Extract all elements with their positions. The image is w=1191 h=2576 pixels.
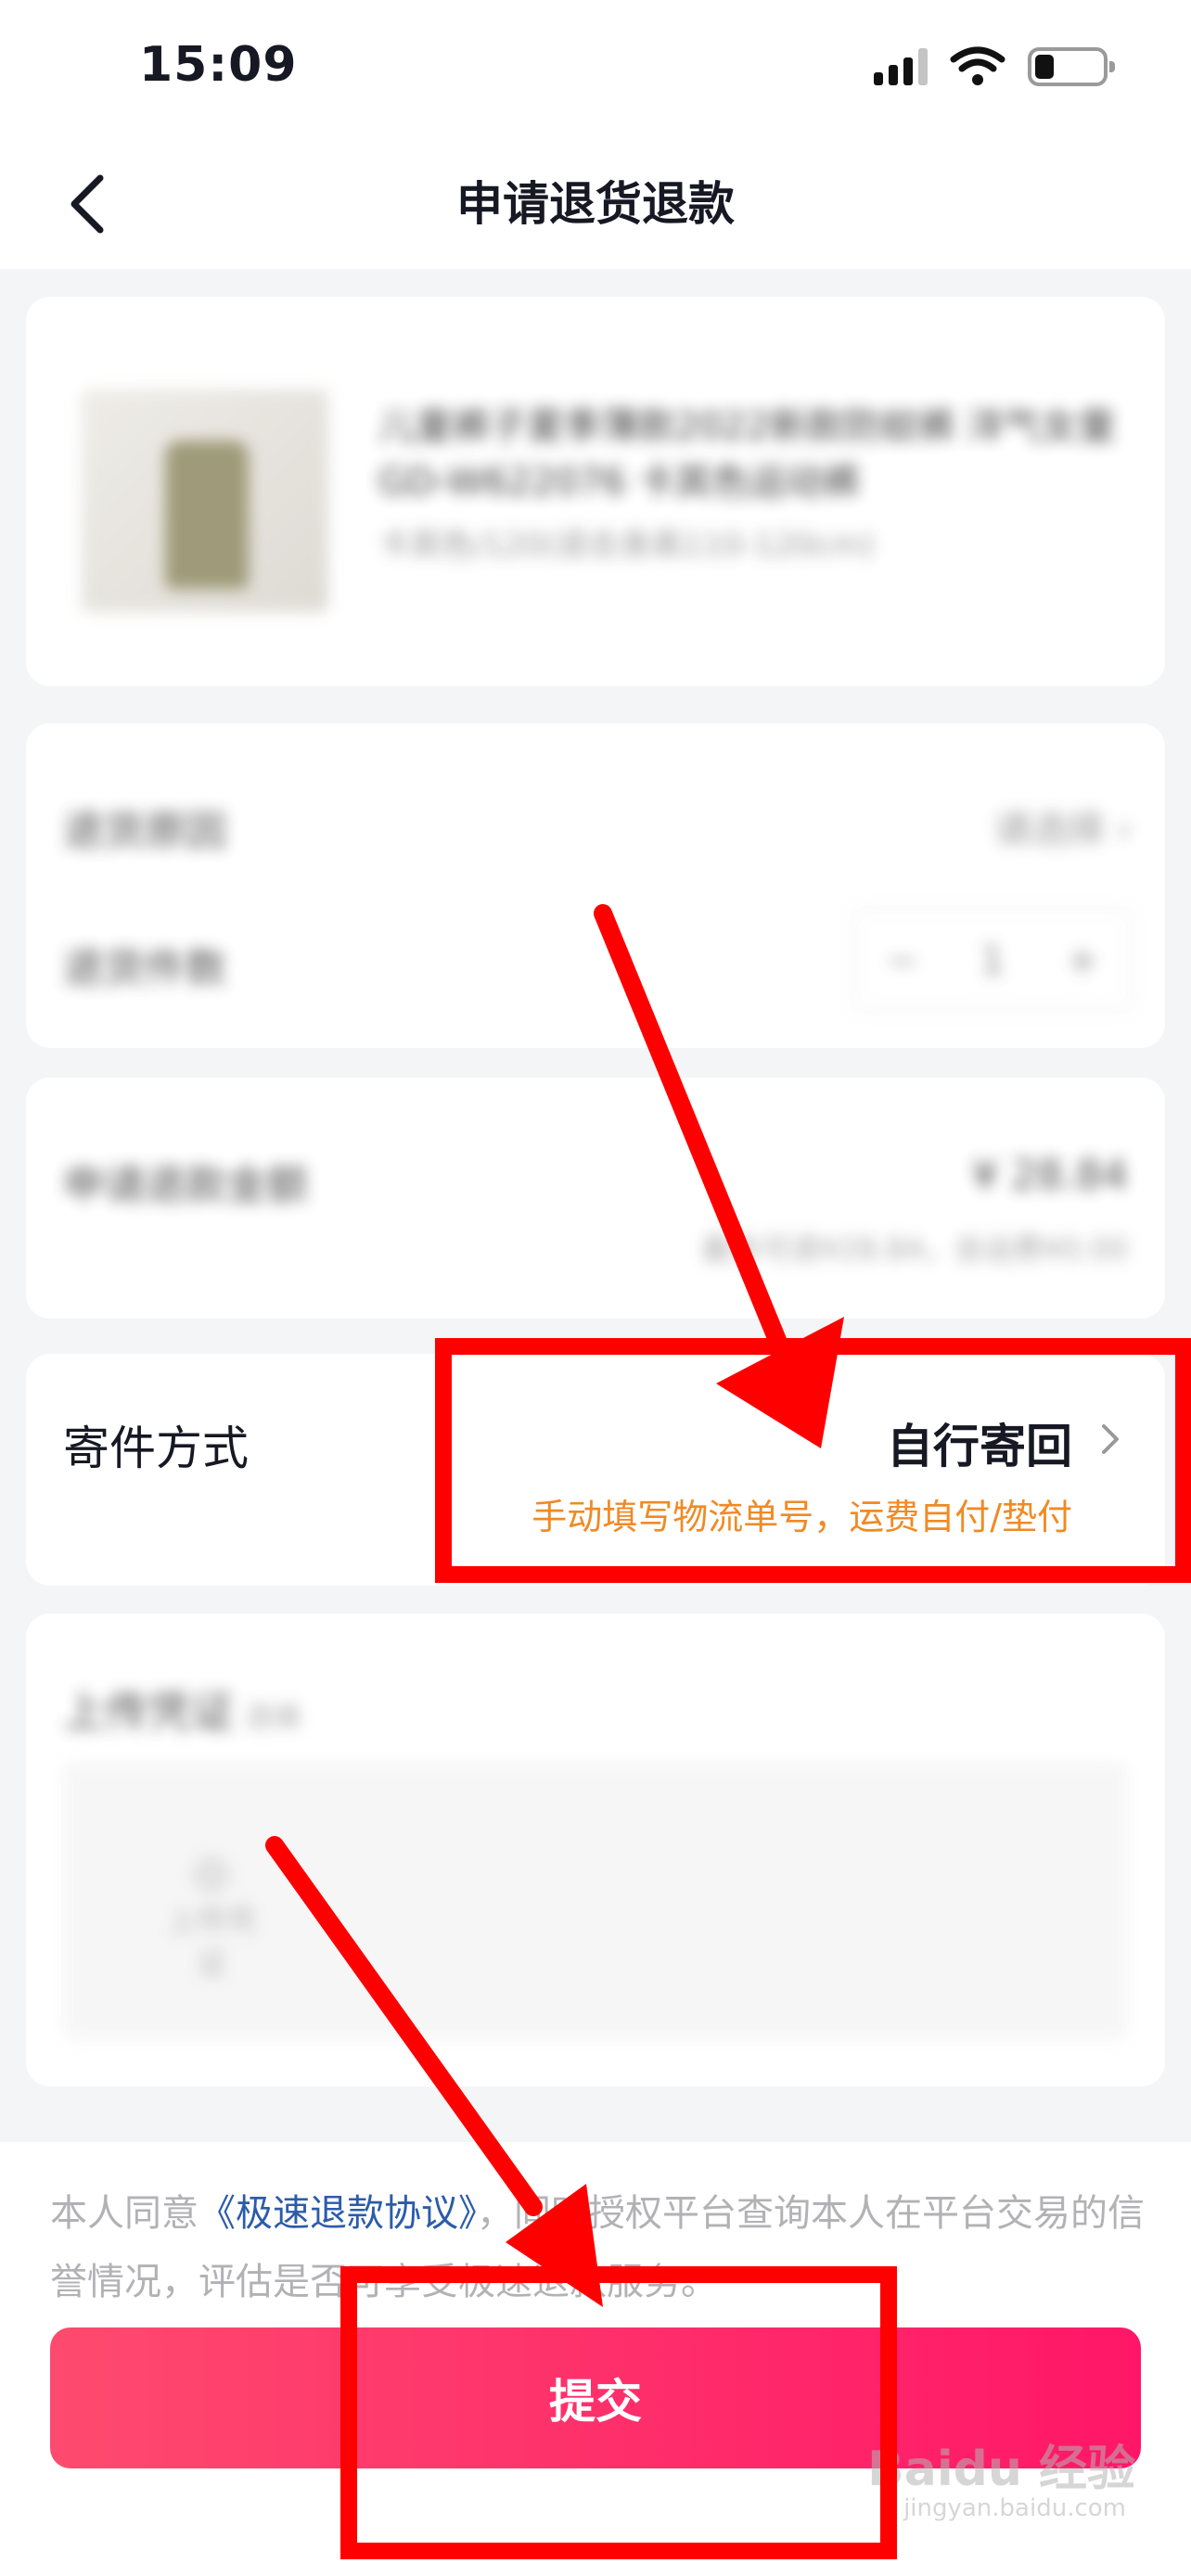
quantity-stepper[interactable]: − 1 + <box>853 909 1132 1011</box>
agreement-link[interactable]: 《极速退款协议》 <box>198 2192 477 2235</box>
product-card: 儿童裤子夏季薄款2022新款防蚊裤 洋气女童 GD-W622076 卡其色运动裤… <box>26 297 1165 686</box>
shipping-hint: 手动填写物流单号，运费自付/垫付 <box>531 1497 1072 1537</box>
agreement-prefix: 本人同意 <box>50 2192 198 2235</box>
reason-select[interactable]: 请选择 › <box>993 799 1132 853</box>
upload-add-button[interactable]: ◎ 上传凭证 <box>156 1845 267 1983</box>
battery-icon <box>1028 47 1115 86</box>
shipping-method-row[interactable]: 寄件方式 自行寄回 手动填写物流单号，运费自付/垫付 <box>26 1354 1165 1586</box>
camera-icon: ◎ <box>192 1845 231 1897</box>
status-time: 15:09 <box>139 37 298 93</box>
upload-title-text: 上传凭证 <box>63 1687 234 1737</box>
signal-icon <box>874 48 928 85</box>
status-icons <box>874 46 1115 87</box>
baidu-watermark: Baidu 经验 <box>867 2442 1135 2497</box>
product-name: 儿童裤子夏季薄款2022新款防蚊裤 洋气女童 GD-W622076 卡其色运动裤 <box>378 405 1116 504</box>
amount-note: 最多可退¥28.84，含运费¥0.00 <box>701 1231 1128 1267</box>
quantity-value: 1 <box>980 937 1005 983</box>
upload-optional: 选填 <box>245 1702 301 1734</box>
upload-evidence-card: 上传凭证 选填 ◎ 上传凭证 <box>26 1613 1165 2086</box>
agreement-text: 本人同意《极速退款协议》，同时授权平台查询本人在平台交易的信誉情况，评估是否可享… <box>50 2179 1145 2316</box>
baidu-watermark-site: jingyan.baidu.com <box>903 2494 1126 2522</box>
shipping-value[interactable]: 自行寄回 <box>887 1409 1072 1476</box>
plus-button[interactable]: + <box>1067 937 1099 983</box>
nav-bar: 申请退货退款 <box>0 139 1191 269</box>
quantity-label: 退货件数 <box>63 945 226 992</box>
page-title: 申请退货退款 <box>456 177 735 231</box>
amount-value[interactable]: ¥ 28.84 <box>972 1152 1128 1199</box>
home-indicator <box>382 2543 809 2557</box>
minus-button[interactable]: − <box>886 937 918 983</box>
reason-label: 退货原因 <box>63 808 226 855</box>
wifi-icon <box>950 46 1005 85</box>
reason-card: 退货原因 请选择 › 退货件数 − 1 + <box>26 723 1165 1048</box>
product-thumbnail <box>82 389 328 612</box>
shipping-label: 寄件方式 <box>63 1422 249 1475</box>
amount-label: 申请退款金额 <box>63 1162 308 1209</box>
refund-amount-card: 申请退款金额 ¥ 28.84 最多可退¥28.84，含运费¥0.00 <box>26 1078 1165 1319</box>
upload-add-label: 上传凭证 <box>166 1903 256 1981</box>
status-bar: 15:09 <box>0 0 1191 139</box>
upload-title: 上传凭证 选填 <box>63 1678 301 1740</box>
product-spec: 卡其色/120(适合身高110-120cm) <box>378 527 875 564</box>
chevron-right-icon <box>1102 1424 1119 1454</box>
